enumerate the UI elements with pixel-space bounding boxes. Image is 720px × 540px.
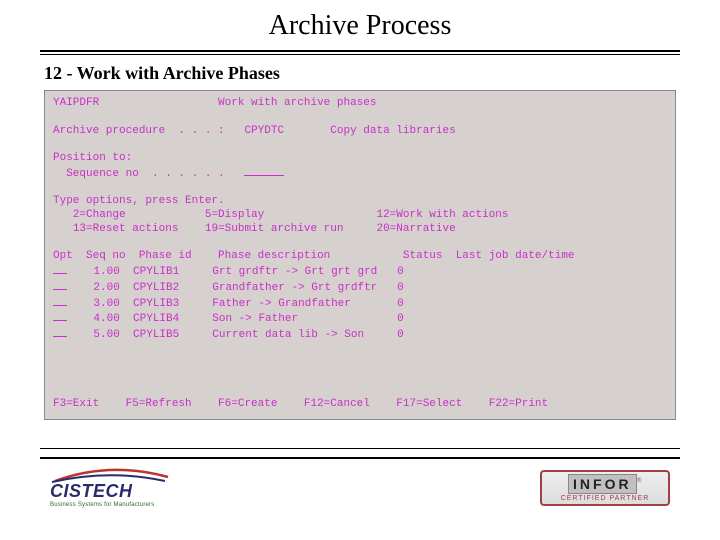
col-phase: Phase id [139, 250, 192, 262]
position-label: Position to: [53, 152, 132, 164]
registered-icon: ® [637, 476, 642, 484]
row-phase: CPYLIB4 [133, 313, 179, 325]
proc-code: CPYDTC [244, 125, 284, 137]
divider-top-thick [40, 50, 680, 52]
program-id: YAIPDFR [53, 97, 99, 109]
proc-label: Archive procedure . . . : [53, 125, 225, 137]
row-desc: Grandfather -> Grt grdftr [212, 282, 377, 294]
opt-12: 12=Work with actions [376, 209, 508, 221]
row-phase: CPYLIB3 [133, 298, 179, 310]
opt-input-3[interactable] [53, 296, 67, 306]
sequence-input[interactable] [244, 166, 284, 176]
row-desc: Grt grdftr -> Grt grt grd [212, 266, 377, 278]
col-status: Status [403, 250, 443, 262]
row-status: 0 [397, 266, 404, 278]
f12-key[interactable]: F12=Cancel [304, 398, 370, 410]
divider-bottom-thin [40, 448, 680, 449]
proc-desc: Copy data libraries [330, 125, 455, 137]
cistech-tagline: Business Systems for Manufacturers [50, 502, 155, 508]
opt-5: 5=Display [205, 209, 264, 221]
row-desc: Father -> Grandfather [212, 298, 351, 310]
f6-key[interactable]: F6=Create [218, 398, 277, 410]
row-desc: Current data lib -> Son [212, 329, 364, 341]
row-seq: 5.00 [93, 329, 119, 341]
f22-key[interactable]: F22=Print [489, 398, 548, 410]
cistech-name: CISTECH [50, 481, 133, 502]
f17-key[interactable]: F17=Select [396, 398, 462, 410]
col-desc: Phase description [218, 250, 330, 262]
opt-input-1[interactable] [53, 264, 67, 274]
opt-13: 13=Reset actions [73, 223, 179, 235]
seq-label: Sequence no . . . . . . [53, 168, 225, 180]
divider-top-thin [40, 54, 680, 55]
opt-input-2[interactable] [53, 280, 67, 290]
cistech-logo: CISTECH Business Systems for Manufacture… [50, 467, 170, 508]
opt-input-4[interactable] [53, 311, 67, 321]
col-opt: Opt [53, 250, 73, 262]
row-status: 0 [397, 282, 404, 294]
row-seq: 2.00 [93, 282, 119, 294]
opt-2: 2=Change [73, 209, 126, 221]
opt-input-5[interactable] [53, 327, 67, 337]
row-status: 0 [397, 298, 404, 310]
row-seq: 4.00 [93, 313, 119, 325]
infor-logo: INFOR® CERTIFIED PARTNER [540, 470, 670, 506]
f3-key[interactable]: F3=Exit [53, 398, 99, 410]
page-title: Archive Process [0, 10, 720, 42]
row-status: 0 [397, 329, 404, 341]
row-seq: 3.00 [93, 298, 119, 310]
swoosh-icon [50, 467, 170, 483]
row-status: 0 [397, 313, 404, 325]
divider-bottom-thick [40, 457, 680, 459]
screen-title: Work with archive phases [218, 97, 376, 109]
col-last: Last job date/time [456, 250, 575, 262]
instructions: Type options, press Enter. [53, 195, 225, 207]
subtitle: 12 - Work with Archive Phases [0, 63, 720, 90]
row-phase: CPYLIB5 [133, 329, 179, 341]
f5-key[interactable]: F5=Refresh [126, 398, 192, 410]
infor-name: INFOR [568, 474, 637, 494]
opt-20: 20=Narrative [376, 223, 455, 235]
col-seq: Seq no [86, 250, 126, 262]
opt-19: 19=Submit archive run [205, 223, 344, 235]
row-phase: CPYLIB2 [133, 282, 179, 294]
row-desc: Son -> Father [212, 313, 298, 325]
row-seq: 1.00 [93, 266, 119, 278]
infor-subtitle: CERTIFIED PARTNER [548, 495, 662, 502]
row-phase: CPYLIB1 [133, 266, 179, 278]
terminal-screen: YAIPDFR Work with archive phases Archive… [44, 90, 676, 420]
